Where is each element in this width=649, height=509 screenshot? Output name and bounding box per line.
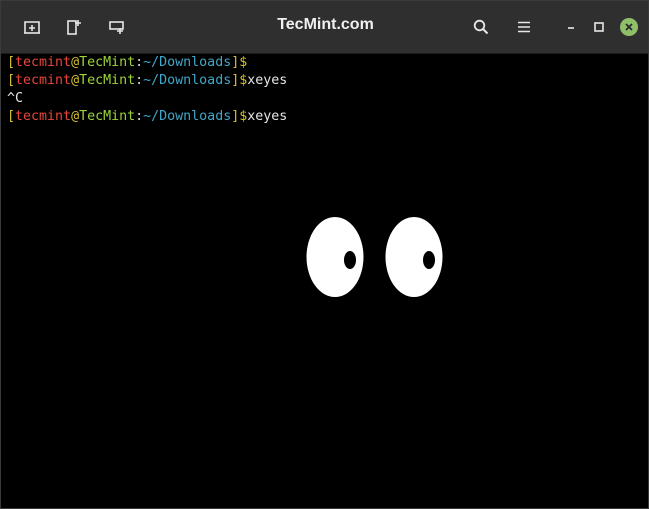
prompt-colon: : [135,73,144,88]
prompt-path: ~/Downloads [143,55,232,70]
prompt-user: tecmint [15,73,72,88]
search-icon [473,19,489,35]
close-button[interactable] [620,18,638,36]
maximize-icon [594,22,604,32]
output-text: ^C [7,91,24,106]
prompt-at: @ [71,109,80,124]
prompt-colon: : [135,55,144,70]
split-terminal-icon [67,20,81,35]
right-pupil [423,251,435,269]
left-eye [306,217,364,297]
terminal-line: [tecmint@TecMint:~/Downloads]$ [7,54,642,72]
command-text: xeyes [247,73,288,88]
window-title: TecMint.com [277,16,374,33]
close-icon [625,23,633,31]
terminal-line: ^C [7,90,642,108]
prompt-path: ~/Downloads [143,109,232,124]
command-text: xeyes [247,109,288,124]
new-tab-icon [24,21,40,34]
maximize-button[interactable] [587,15,611,39]
prompt-dollar: $ [239,55,248,70]
prompt-at: @ [71,73,80,88]
add-session-icon [109,21,124,34]
prompt-open-bracket: [ [7,73,16,88]
left-pupil [344,251,356,269]
prompt-user: tecmint [15,55,72,70]
prompt-host: TecMint [79,73,136,88]
search-button[interactable] [469,15,493,39]
prompt-open-bracket: [ [7,55,16,70]
right-eye [385,217,443,297]
prompt-colon: : [135,109,144,124]
xeyes-window [306,217,443,297]
terminal-line: [tecmint@TecMint:~/Downloads]$xeyes [7,108,642,126]
prompt-path: ~/Downloads [143,73,232,88]
prompt-host: TecMint [79,55,136,70]
title-bar[interactable]: TecMint.com [1,1,648,54]
menu-icon [518,21,530,33]
add-session-button[interactable] [105,15,129,39]
menu-button[interactable] [512,15,536,39]
minimize-button[interactable] [559,15,583,39]
new-tab-button[interactable] [20,15,44,39]
minimize-icon [568,27,574,29]
split-terminal-button[interactable] [62,15,86,39]
prompt-open-bracket: [ [7,109,16,124]
prompt-user: tecmint [15,109,72,124]
terminal-line: [tecmint@TecMint:~/Downloads]$xeyes [7,72,642,90]
terminal-window: TecMint.com [tecmint@TecMint:~/Downloads… [0,0,649,509]
prompt-host: TecMint [79,109,136,124]
prompt-at: @ [71,55,80,70]
